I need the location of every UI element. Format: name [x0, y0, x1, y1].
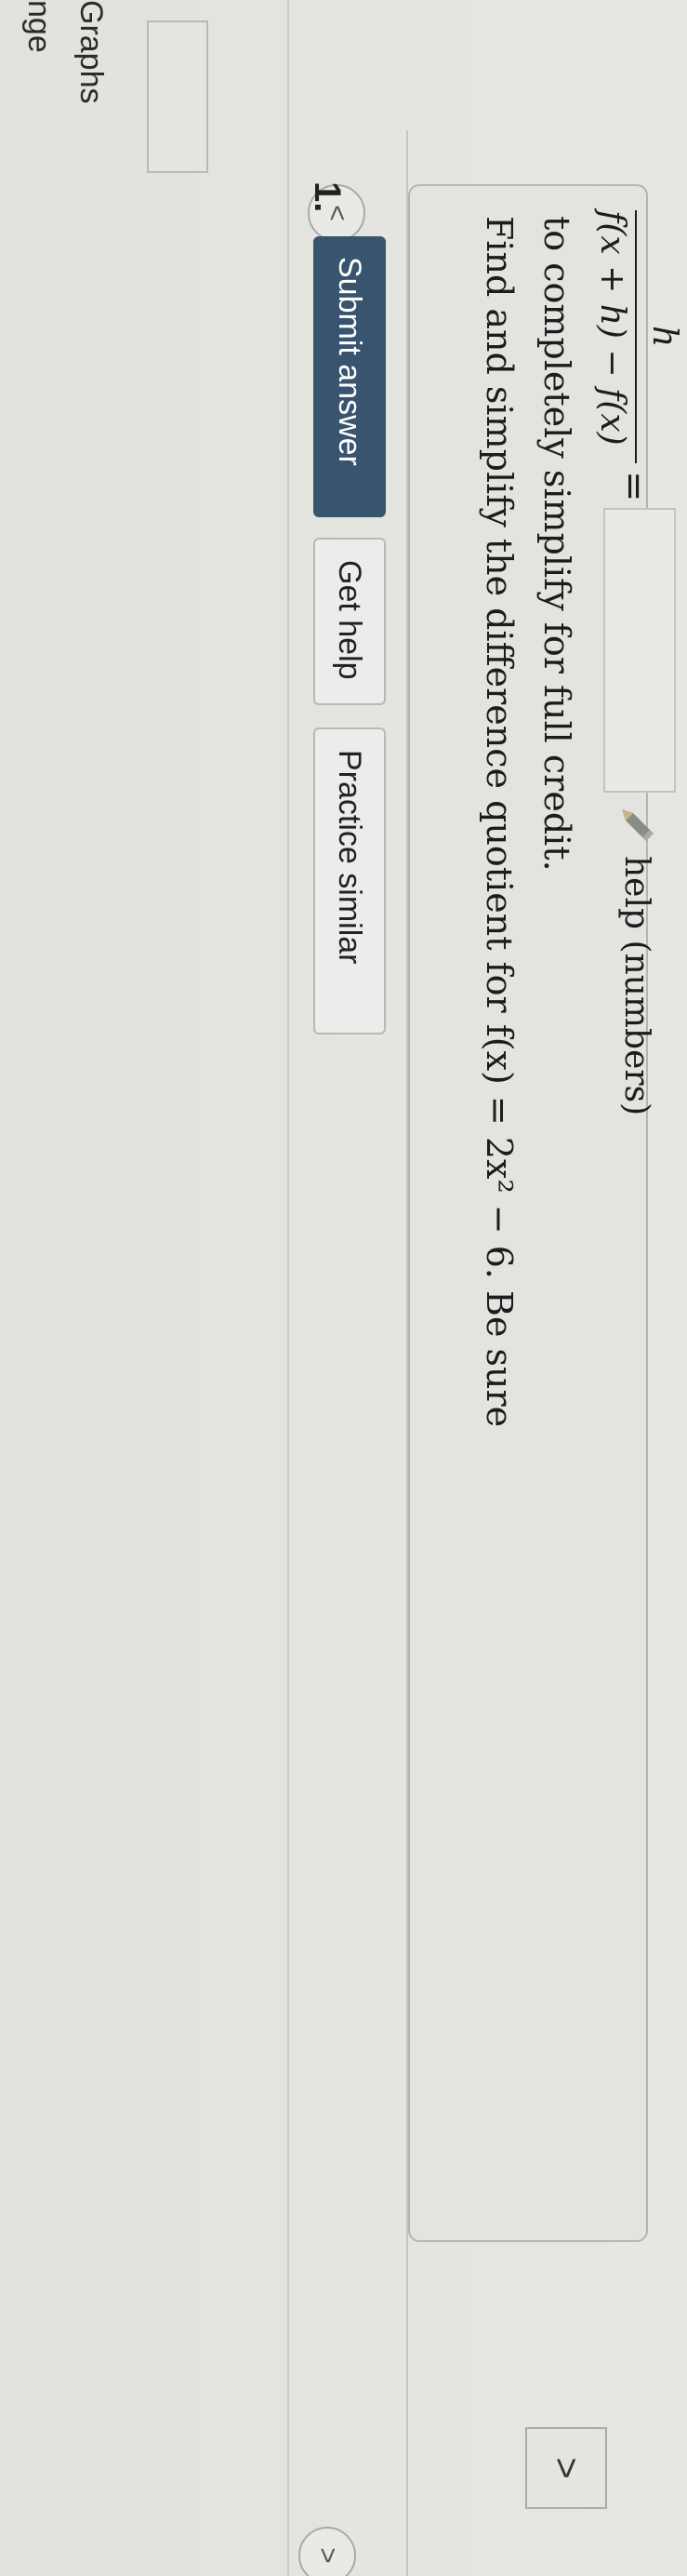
get-help-button[interactable]: Get help	[313, 538, 386, 705]
question-prompt-continued: to completely simplify for full credit.	[536, 216, 577, 872]
page-canvas: nge Graphs < > > 1. Submit answer Get he…	[0, 0, 687, 2576]
sidebar-divider	[287, 0, 289, 2576]
fraction-numerator: f(x + h) − f(x)	[593, 210, 631, 446]
question-prompt: Find and simplify the difference quotien…	[479, 216, 520, 1428]
fraction-bar	[635, 210, 637, 463]
sidebar-item-label[interactable]: nge	[20, 0, 57, 53]
chevron-right-icon: >	[546, 2457, 588, 2479]
sidebar-item-graphs[interactable]: Graphs	[73, 0, 109, 104]
fraction-denominator: h	[645, 326, 683, 348]
chevron-right-icon: >	[312, 2547, 343, 2564]
submit-answer-button[interactable]: Submit answer	[313, 236, 386, 517]
next-page-button[interactable]: >	[298, 2527, 356, 2576]
question-number: 1.	[307, 181, 348, 213]
pencil-icon[interactable]	[614, 802, 659, 847]
help-numbers-link[interactable]: help (numbers)	[617, 856, 655, 1115]
next-question-button[interactable]: >	[525, 2427, 607, 2509]
sidebar-box	[147, 20, 208, 173]
practice-similar-button[interactable]: Practice similar	[313, 727, 386, 1034]
equals-sign: =	[613, 471, 655, 502]
answer-input[interactable]	[603, 508, 676, 793]
